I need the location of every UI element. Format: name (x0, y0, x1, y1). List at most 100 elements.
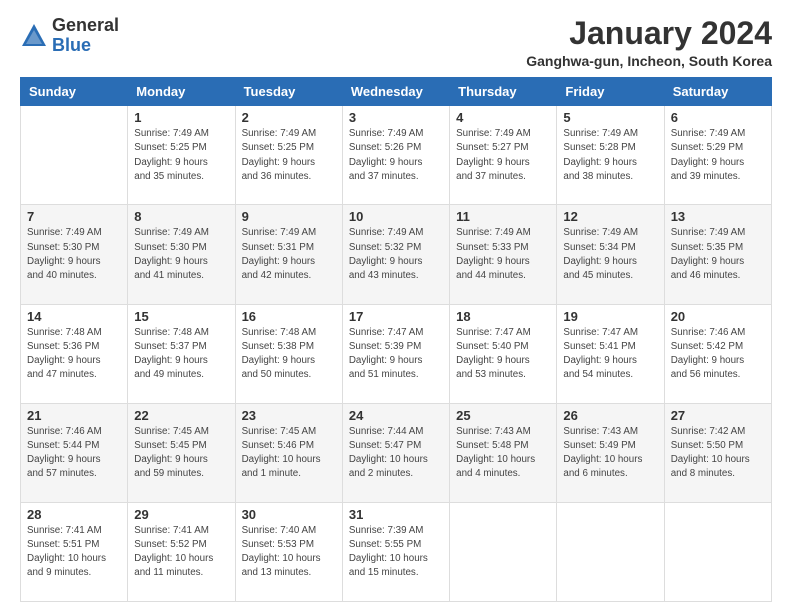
day-info: Sunrise: 7:46 AM Sunset: 5:44 PM Dayligh… (27, 425, 121, 482)
calendar-cell: 23 Sunrise: 7:45 AM Sunset: 5:46 PM Dayli… (235, 403, 342, 502)
calendar-cell: 29 Sunrise: 7:41 AM Sunset: 5:52 PM Dayli… (128, 502, 235, 601)
day-number: 17 (349, 309, 443, 324)
day-number: 27 (671, 408, 765, 423)
calendar-cell: 2 Sunrise: 7:49 AM Sunset: 5:25 PM Daylig… (235, 106, 342, 205)
day-number: 20 (671, 309, 765, 324)
day-info: Sunrise: 7:43 AM Sunset: 5:48 PM Dayligh… (456, 425, 550, 482)
calendar-cell: 13Sunrise: 7:49 AM Sunset: 5:35 PM Dayli… (664, 205, 771, 304)
day-info: Sunrise: 7:47 AM Sunset: 5:39 PM Dayligh… (349, 326, 443, 383)
calendar-cell: 14 Sunrise: 7:48 AM Sunset: 5:36 PM Dayli… (21, 304, 128, 403)
day-number: 31 (349, 507, 443, 522)
calendar-cell: 21 Sunrise: 7:46 AM Sunset: 5:44 PM Dayli… (21, 403, 128, 502)
calendar-cell: 25 Sunrise: 7:43 AM Sunset: 5:48 PM Dayli… (450, 403, 557, 502)
day-info: Sunrise: 7:49 AM Sunset: 5:27 PM Dayligh… (456, 127, 550, 184)
calendar-cell: 8Sunrise: 7:49 AM Sunset: 5:30 PM Daylig… (128, 205, 235, 304)
day-number: 5 (563, 110, 657, 125)
day-info: Sunrise: 7:45 AM Sunset: 5:46 PM Dayligh… (242, 425, 336, 482)
calendar-cell: 24 Sunrise: 7:44 AM Sunset: 5:47 PM Dayli… (342, 403, 449, 502)
calendar-week-row: 28 Sunrise: 7:41 AM Sunset: 5:51 PM Dayli… (21, 502, 772, 601)
calendar-cell: 17 Sunrise: 7:47 AM Sunset: 5:39 PM Dayli… (342, 304, 449, 403)
calendar-cell: 4 Sunrise: 7:49 AM Sunset: 5:27 PM Daylig… (450, 106, 557, 205)
day-info: Sunrise: 7:41 AM Sunset: 5:52 PM Dayligh… (134, 524, 228, 581)
calendar-cell: 1Sunrise: 7:49 AM Sunset: 5:25 PM Daylig… (128, 106, 235, 205)
day-info: Sunrise: 7:49 AM Sunset: 5:29 PM Dayligh… (671, 127, 765, 184)
day-number: 13 (671, 209, 765, 224)
day-info: Sunrise: 7:46 AM Sunset: 5:42 PM Dayligh… (671, 326, 765, 383)
day-number: 11 (456, 209, 550, 224)
calendar-cell: 15Sunrise: 7:48 AM Sunset: 5:37 PM Dayli… (128, 304, 235, 403)
calendar-table: Sunday Monday Tuesday Wednesday Thursday… (20, 77, 772, 602)
calendar-cell: 10 Sunrise: 7:49 AM Sunset: 5:32 PM Dayli… (342, 205, 449, 304)
page: General Blue January 2024 Ganghwa-gun, I… (0, 0, 792, 612)
month-title: January 2024 (526, 16, 772, 51)
col-thursday: Thursday (450, 78, 557, 106)
day-info: Sunrise: 7:49 AM Sunset: 5:34 PM Dayligh… (563, 226, 657, 283)
day-info: Sunrise: 7:47 AM Sunset: 5:41 PM Dayligh… (563, 326, 657, 383)
calendar-cell: 18 Sunrise: 7:47 AM Sunset: 5:40 PM Dayli… (450, 304, 557, 403)
day-number: 9 (242, 209, 336, 224)
calendar-cell: 7 Sunrise: 7:49 AM Sunset: 5:30 PM Daylig… (21, 205, 128, 304)
calendar-cell: 11Sunrise: 7:49 AM Sunset: 5:33 PM Dayli… (450, 205, 557, 304)
calendar-cell: 5 Sunrise: 7:49 AM Sunset: 5:28 PM Daylig… (557, 106, 664, 205)
logo-text: General Blue (52, 16, 119, 56)
day-info: Sunrise: 7:49 AM Sunset: 5:25 PM Dayligh… (242, 127, 336, 184)
calendar-cell (664, 502, 771, 601)
logo-general: General (52, 15, 119, 35)
calendar-cell: 6 Sunrise: 7:49 AM Sunset: 5:29 PM Daylig… (664, 106, 771, 205)
day-number: 16 (242, 309, 336, 324)
day-info: Sunrise: 7:44 AM Sunset: 5:47 PM Dayligh… (349, 425, 443, 482)
day-info: Sunrise: 7:49 AM Sunset: 5:30 PM Dayligh… (134, 226, 228, 283)
calendar-header-row: Sunday Monday Tuesday Wednesday Thursday… (21, 78, 772, 106)
col-tuesday: Tuesday (235, 78, 342, 106)
day-number: 30 (242, 507, 336, 522)
day-number: 26 (563, 408, 657, 423)
day-number: 24 (349, 408, 443, 423)
header: General Blue January 2024 Ganghwa-gun, I… (20, 16, 772, 69)
day-number: 15 (134, 309, 228, 324)
calendar-week-row: 1Sunrise: 7:49 AM Sunset: 5:25 PM Daylig… (21, 106, 772, 205)
day-info: Sunrise: 7:49 AM Sunset: 5:26 PM Dayligh… (349, 127, 443, 184)
day-info: Sunrise: 7:47 AM Sunset: 5:40 PM Dayligh… (456, 326, 550, 383)
calendar-cell: 22Sunrise: 7:45 AM Sunset: 5:45 PM Dayli… (128, 403, 235, 502)
day-info: Sunrise: 7:48 AM Sunset: 5:38 PM Dayligh… (242, 326, 336, 383)
day-info: Sunrise: 7:40 AM Sunset: 5:53 PM Dayligh… (242, 524, 336, 581)
calendar-cell: 19 Sunrise: 7:47 AM Sunset: 5:41 PM Dayli… (557, 304, 664, 403)
location: Ganghwa-gun, Incheon, South Korea (526, 53, 772, 69)
calendar-cell: 16 Sunrise: 7:48 AM Sunset: 5:38 PM Dayli… (235, 304, 342, 403)
logo: General Blue (20, 16, 119, 56)
day-number: 7 (27, 209, 121, 224)
col-sunday: Sunday (21, 78, 128, 106)
day-number: 4 (456, 110, 550, 125)
calendar-cell: 28 Sunrise: 7:41 AM Sunset: 5:51 PM Dayli… (21, 502, 128, 601)
calendar-cell: 26Sunrise: 7:43 AM Sunset: 5:49 PM Dayli… (557, 403, 664, 502)
day-number: 12 (563, 209, 657, 224)
day-number: 21 (27, 408, 121, 423)
logo-blue: Blue (52, 35, 91, 55)
day-number: 3 (349, 110, 443, 125)
day-number: 18 (456, 309, 550, 324)
day-number: 10 (349, 209, 443, 224)
day-info: Sunrise: 7:39 AM Sunset: 5:55 PM Dayligh… (349, 524, 443, 581)
day-number: 19 (563, 309, 657, 324)
day-number: 14 (27, 309, 121, 324)
calendar-cell: 31 Sunrise: 7:39 AM Sunset: 5:55 PM Dayli… (342, 502, 449, 601)
day-info: Sunrise: 7:48 AM Sunset: 5:36 PM Dayligh… (27, 326, 121, 383)
day-number: 25 (456, 408, 550, 423)
col-saturday: Saturday (664, 78, 771, 106)
calendar-cell (557, 502, 664, 601)
day-info: Sunrise: 7:49 AM Sunset: 5:30 PM Dayligh… (27, 226, 121, 283)
day-number: 28 (27, 507, 121, 522)
col-wednesday: Wednesday (342, 78, 449, 106)
day-info: Sunrise: 7:41 AM Sunset: 5:51 PM Dayligh… (27, 524, 121, 581)
calendar-week-row: 7 Sunrise: 7:49 AM Sunset: 5:30 PM Daylig… (21, 205, 772, 304)
title-block: January 2024 Ganghwa-gun, Incheon, South… (526, 16, 772, 69)
day-number: 6 (671, 110, 765, 125)
day-number: 2 (242, 110, 336, 125)
day-number: 29 (134, 507, 228, 522)
day-number: 23 (242, 408, 336, 423)
day-info: Sunrise: 7:49 AM Sunset: 5:28 PM Dayligh… (563, 127, 657, 184)
calendar-cell (450, 502, 557, 601)
col-monday: Monday (128, 78, 235, 106)
logo-icon (20, 22, 48, 50)
day-info: Sunrise: 7:49 AM Sunset: 5:32 PM Dayligh… (349, 226, 443, 283)
